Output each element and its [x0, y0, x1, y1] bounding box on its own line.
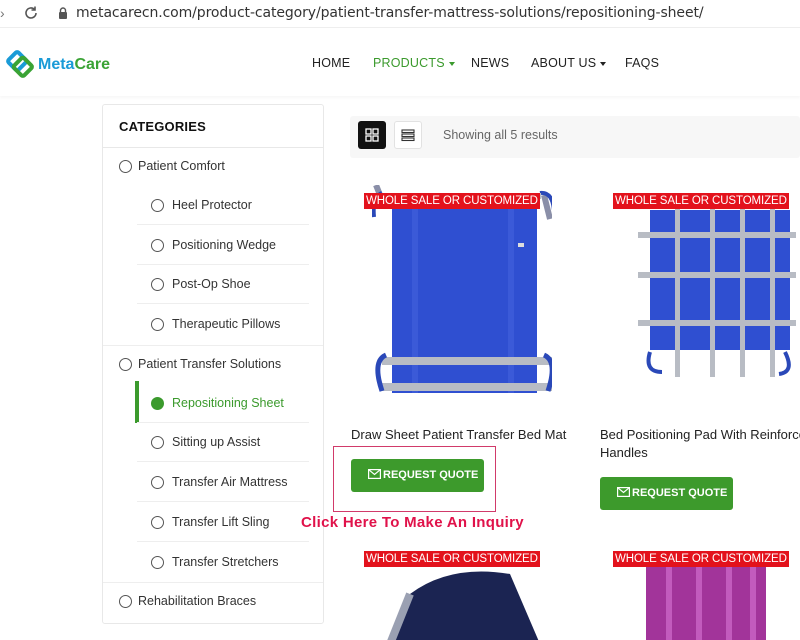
wholesale-badge: WHOLE SALE OR CUSTOMIZED: [613, 193, 789, 209]
shop-toolbar: Showing all 5 results: [350, 116, 800, 158]
product-image[interactable]: [630, 192, 800, 382]
category-patient-transfer-solutions[interactable]: Patient Transfer Solutions: [103, 345, 323, 384]
site-logo[interactable]: MetaCare: [4, 48, 124, 84]
metacare-logo-icon: [6, 50, 34, 78]
category-sitting-up-assist[interactable]: Sitting up Assist: [137, 423, 309, 462]
list-icon: [401, 129, 415, 142]
reload-icon[interactable]: [22, 4, 40, 22]
nav-home[interactable]: HOME: [312, 56, 350, 70]
results-count: Showing all 5 results: [443, 128, 558, 142]
address-bar-url[interactable]: metacarecn.com/product-category/patient-…: [76, 5, 704, 21]
lock-icon: [59, 7, 67, 19]
category-heel-protector[interactable]: Heel Protector: [137, 186, 309, 225]
product-card: WHOLE SALE OR CUSTOMIZED: [600, 540, 800, 640]
wholesale-badge: WHOLE SALE OR CUSTOMIZED: [613, 551, 789, 567]
request-quote-button[interactable]: REQUEST QUOTE: [600, 477, 733, 510]
list-view-button[interactable]: [394, 121, 422, 149]
radio-icon[interactable]: [151, 436, 164, 449]
radio-icon[interactable]: [151, 199, 164, 212]
nav-news[interactable]: NEWS: [471, 56, 509, 70]
radio-icon[interactable]: [151, 516, 164, 529]
chevron-down-icon: [600, 61, 607, 66]
product-title[interactable]: Bed Positioning Pad With Reinforced Hand…: [600, 426, 800, 462]
category-rehabilitation-braces[interactable]: Rehabilitation Braces: [103, 582, 323, 621]
radio-icon[interactable]: [151, 239, 164, 252]
nav-about-us[interactable]: ABOUT US: [531, 56, 607, 70]
inquiry-annotation: Click Here To Make An Inquiry: [301, 514, 524, 531]
product-card: WHOLE SALE OR CUSTOMIZED Bed Positioning…: [600, 180, 800, 510]
radio-icon[interactable]: [119, 160, 132, 173]
brand-name: MetaCare: [38, 56, 111, 73]
browser-url-bar: › metacarecn.com/product-category/patien…: [0, 0, 800, 28]
nav-products[interactable]: PRODUCTS: [373, 56, 455, 70]
category-transfer-stretchers[interactable]: Transfer Stretchers: [137, 543, 309, 582]
product-card: WHOLE SALE OR CUSTOMIZED: [350, 540, 560, 640]
category-patient-comfort[interactable]: Patient Comfort: [103, 147, 323, 186]
sidebar-title: CATEGORIES: [119, 119, 206, 134]
grid-view-button[interactable]: [358, 121, 386, 149]
nav-faqs[interactable]: FAQS: [625, 56, 659, 70]
grid-icon: [365, 128, 379, 142]
category-repositioning-sheet[interactable]: Repositioning Sheet: [137, 384, 309, 423]
inquiry-highlight-box: [333, 446, 496, 512]
category-positioning-wedge[interactable]: Positioning Wedge: [137, 226, 309, 265]
envelope-icon: [617, 487, 630, 497]
category-transfer-lift-sling[interactable]: Transfer Lift Sling: [137, 503, 309, 542]
category-post-op-shoe[interactable]: Post-Op Shoe: [137, 265, 309, 304]
product-image[interactable]: [372, 185, 552, 395]
radio-icon[interactable]: [119, 358, 132, 371]
radio-icon[interactable]: [151, 318, 164, 331]
categories-sidebar: CATEGORIES Patient Comfort Heel Protecto…: [102, 104, 324, 624]
product-image[interactable]: [630, 558, 780, 640]
forward-arrow-icon[interactable]: ›: [0, 5, 10, 21]
product-title[interactable]: Draw Sheet Patient Transfer Bed Mat: [351, 426, 566, 444]
radio-icon[interactable]: [151, 278, 164, 291]
category-transfer-air-mattress[interactable]: Transfer Air Mattress: [137, 463, 309, 502]
wholesale-badge: WHOLE SALE OR CUSTOMIZED: [364, 551, 540, 567]
category-therapeutic-pillows[interactable]: Therapeutic Pillows: [137, 305, 309, 344]
site-header: MetaCare HOME PRODUCTS NEWS ABOUT US FAQ…: [0, 28, 800, 96]
radio-selected-icon[interactable]: [151, 397, 164, 410]
chevron-down-icon: [448, 61, 455, 66]
radio-icon[interactable]: [119, 595, 132, 608]
wholesale-badge: WHOLE SALE OR CUSTOMIZED: [364, 193, 540, 209]
radio-icon[interactable]: [151, 556, 164, 569]
radio-icon[interactable]: [151, 476, 164, 489]
